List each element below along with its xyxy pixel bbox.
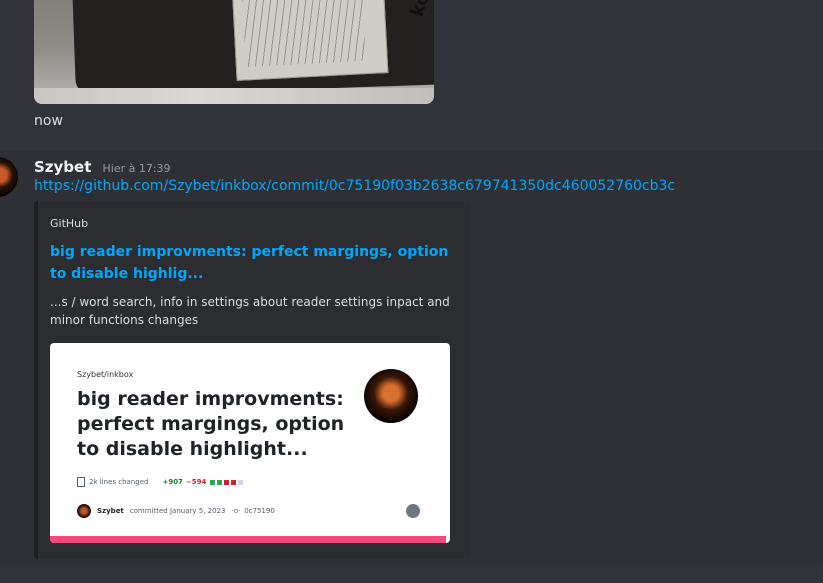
author-name[interactable]: Szybet [34,158,91,176]
message-separator [0,564,823,583]
additions-count: +907 [162,478,183,486]
preview-title: big reader improvments: perfect margings… [77,388,345,460]
avatar[interactable] [0,157,18,197]
file-diff-icon [77,477,85,487]
embed-preview-image[interactable]: Szybet/inkbox big reader improvments: pe… [50,343,450,543]
preview-committed: committed January 5, 2023 [129,507,226,515]
preview-repo-name: Szybet/inkbox [77,370,134,379]
commit-link[interactable]: https://github.com/Szybet/inkbox/commit/… [34,178,675,194]
message-header: Szybet Hier à 17:39 [34,157,171,176]
image-attachment[interactable]: kob [34,0,434,104]
preview-commit-hash: 0c75190 [244,507,275,515]
deletions-count: −594 [185,478,207,486]
commit-icon: ·o· [231,507,241,515]
embed-provider[interactable]: GitHub [50,217,88,230]
message-group: Szybet Hier à 17:39 https://github.com/S… [0,151,823,564]
lines-changed: 2k lines changed [89,478,149,486]
preview-commit-info: Szybet committed January 5, 2023 ·o· 0c7… [77,504,275,518]
diffstat-blocks [210,479,244,485]
embed-title[interactable]: big reader improvments: perfect margings… [50,241,450,285]
preview-user: Szybet [97,507,124,515]
github-logo-icon [406,504,420,518]
link-embed: GitHub big reader improvments: perfect m… [34,201,470,559]
preview-accent-bar [50,536,446,543]
ereader-photo: kob [34,0,434,104]
embed-description: ...s / word search, info in settings abo… [50,295,450,327]
message-text: now [34,113,63,129]
message-timestamp: Hier à 17:39 [102,162,171,175]
chat-message-list: kob now Szybet Hier à 17:39 https://gith… [0,0,823,583]
preview-user-avatar [77,504,91,518]
preview-avatar [364,369,418,423]
preview-stats: 2k lines changed +907 −594 [77,477,244,487]
